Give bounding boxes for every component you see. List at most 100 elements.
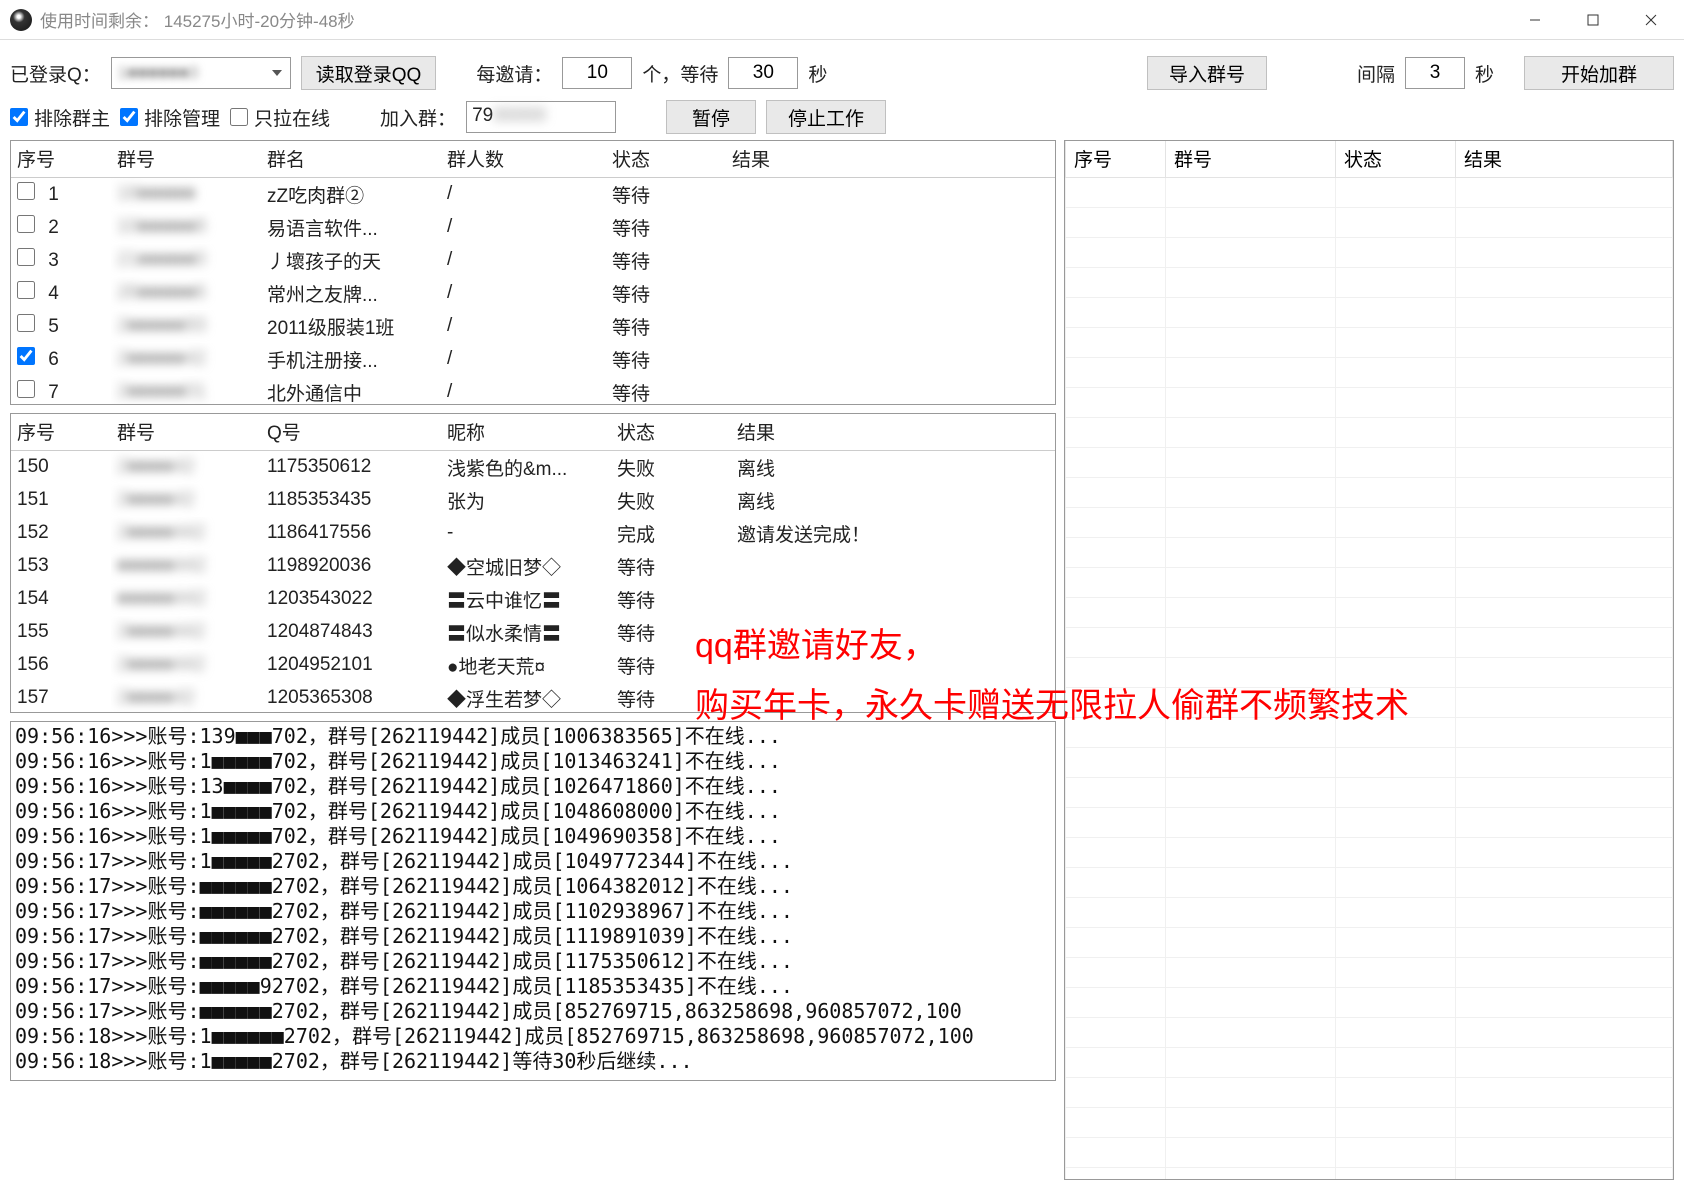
table-row[interactable]: 1502■■■■421175350612浅紫色的&m...失败离线 [11,450,1055,484]
row-checkbox[interactable] [17,215,35,233]
exclude-owner-checkbox[interactable]: 排除群主 [10,104,110,131]
groups-table-panel[interactable]: 序号 群号 群名 群人数 状态 结果 118■■■■■zZ吃肉群②/等待 210… [10,140,1056,405]
pause-button[interactable]: 暂停 [666,100,756,134]
col3-status[interactable]: 状态 [1336,141,1456,177]
interval-label: 间隔 [1357,60,1395,87]
table-row [1066,177,1673,207]
table-row [1066,567,1673,597]
join-queue-panel[interactable]: 序号 群号 状态 结果 [1064,140,1674,1180]
import-group-button[interactable]: 导入群号 [1147,56,1267,90]
table-row[interactable]: 154■■■■■4421203543022〓云中谁忆〓等待 [11,583,1055,616]
table-row [1066,777,1673,807]
col-result[interactable]: 结果 [726,141,1055,177]
col2-seq[interactable]: 序号 [11,414,111,450]
table-row[interactable]: 426■■■■■6常州之友牌.../等待 [11,277,1055,310]
table-row[interactable]: 1552■■■■4421204874843〓似水柔情〓等待 [11,616,1055,649]
table-row[interactable]: 72■■■■■01北外通信中/等待 [11,376,1055,406]
exclude-admin-checkbox[interactable]: 排除管理 [120,104,220,131]
close-button[interactable] [1622,0,1680,40]
wait-seconds-input[interactable] [728,57,798,89]
stop-button[interactable]: 停止工作 [766,100,886,134]
row-checkbox[interactable] [17,248,35,266]
titlebar: 使用时间剩余： 145275小时-20分钟-48秒 [0,0,1684,40]
row-checkbox[interactable] [17,380,35,398]
table-row [1066,597,1673,627]
groups-table: 序号 群号 群名 群人数 状态 结果 118■■■■■zZ吃肉群②/等待 210… [11,141,1055,405]
table-row [1066,357,1673,387]
row-checkbox[interactable] [17,182,35,200]
members-table-panel[interactable]: 序号 群号 Q号 昵称 状态 结果 1502■■■■421175350612浅紫… [10,413,1056,713]
table-row [1066,297,1673,327]
row-checkbox[interactable] [17,281,35,299]
col2-nick[interactable]: 昵称 [441,414,611,450]
table-row [1066,507,1673,537]
table-row[interactable]: 52■■■■■932011级服装1班/等待 [11,310,1055,343]
left-pane: 序号 群号 群名 群人数 状态 结果 118■■■■■zZ吃肉群②/等待 210… [10,140,1056,1180]
right-pane: 序号 群号 状态 结果 [1064,140,1674,1180]
account-combo[interactable]: 1■■■■■■3 [111,57,291,89]
col-seq[interactable]: 序号 [11,141,111,177]
table-row [1066,387,1673,417]
row-checkbox[interactable] [17,347,35,365]
unit-wait-label: 个，等待 [642,60,718,87]
table-row[interactable]: 321■■■■■0丿壞孩子的天/等待 [11,244,1055,277]
account-value: 1■■■■■■3 [118,63,199,83]
read-login-button[interactable]: 读取登录QQ [301,56,437,90]
col3-result[interactable]: 结果 [1456,141,1673,177]
table-row [1066,327,1673,357]
table-row[interactable]: 62■■■■■42手机注册接.../等待 [11,343,1055,376]
table-row [1066,237,1673,267]
table-row [1066,897,1673,927]
col3-seq[interactable]: 序号 [1066,141,1166,177]
col-gcount[interactable]: 群人数 [441,141,606,177]
col2-status[interactable]: 状态 [611,414,731,450]
col-status[interactable]: 状态 [606,141,726,177]
start-join-button[interactable]: 开始加群 [1524,56,1674,90]
maximize-button[interactable] [1564,0,1622,40]
table-row [1066,657,1673,687]
table-row [1066,1167,1673,1180]
table-row[interactable]: 1522■■■■4421186417556-完成邀请发送完成！ [11,517,1055,550]
per-invite-label: 每邀请： [476,60,552,87]
table-row [1066,837,1673,867]
table-row [1066,807,1673,837]
table-row[interactable]: 1572■■■■421205365308◆浮生若梦◇等待 [11,682,1055,714]
window-controls [1506,0,1680,40]
table-row [1066,267,1673,297]
title-prefix: 使用时间剩余： [40,12,159,31]
col2-gid[interactable]: 群号 [111,414,261,450]
table-row[interactable]: 1562■■■■4421204952101●地老天荒¤等待 [11,649,1055,682]
logged-in-label: 已登录Q： [10,60,101,87]
minimize-button[interactable] [1506,0,1564,40]
table-row [1066,1137,1673,1167]
table-row [1066,987,1673,1017]
table-row [1066,207,1673,237]
body-split: 序号 群号 群名 群人数 状态 结果 118■■■■■zZ吃肉群②/等待 210… [10,140,1674,1180]
col2-qq[interactable]: Q号 [261,414,441,450]
per-invite-input[interactable] [562,57,632,89]
table-row [1066,477,1673,507]
table-row [1066,1017,1673,1047]
members-table: 序号 群号 Q号 昵称 状态 结果 1502■■■■421175350612浅紫… [11,414,1055,713]
table-row [1066,627,1673,657]
col2-result[interactable]: 结果 [731,414,1055,450]
control-row-2: 排除群主 排除管理 只拉在线 加入群： 7900000 暂停 停止工作 [10,100,1674,134]
row-checkbox[interactable] [17,314,35,332]
table-row[interactable]: 1512■■■■421185353435张为失败离线 [11,484,1055,517]
table-row[interactable]: 210■■■■■8易语言软件.../等待 [11,211,1055,244]
col3-gid[interactable]: 群号 [1166,141,1336,177]
table-row[interactable]: 118■■■■■zZ吃肉群②/等待 [11,177,1055,211]
log-output[interactable]: 09:56:16>>>账号:139■■■702，群号[262119442]成员[… [10,721,1056,1081]
col-gname[interactable]: 群名 [261,141,441,177]
table-row [1066,537,1673,567]
col-gid[interactable]: 群号 [111,141,261,177]
table-row [1066,1047,1673,1077]
table-row [1066,687,1673,717]
table-row [1066,717,1673,747]
content: 已登录Q： 1■■■■■■3 读取登录QQ 每邀请： 个，等待 秒 导入群号 间… [0,40,1684,1190]
table-row [1066,747,1673,777]
interval-input[interactable] [1405,57,1465,89]
table-row[interactable]: 153■■■■■4421198920036◆空城旧梦◇等待 [11,550,1055,583]
only-online-checkbox[interactable]: 只拉在线 [230,104,330,131]
table-row [1066,1077,1673,1107]
